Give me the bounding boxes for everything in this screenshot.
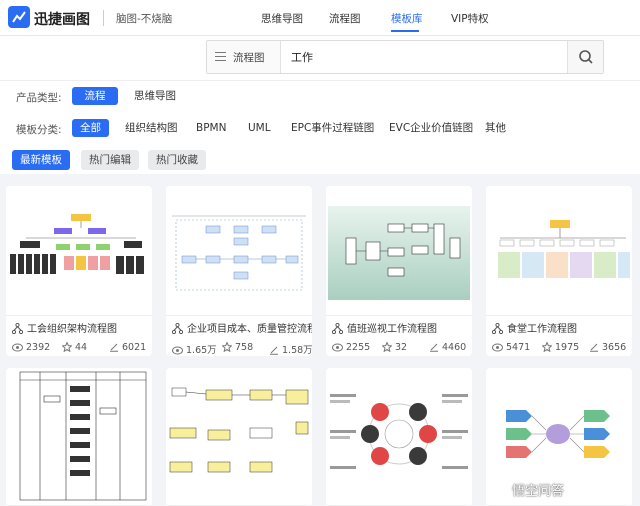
template-card[interactable]: 食堂工作流程图 5471 1975 3656 [486,186,632,356]
template-stats: 2392 44 6021 [12,341,152,356]
views-stat: 5471 [492,342,530,353]
template-thumbnail[interactable] [486,186,632,316]
category-epc[interactable]: EPC事件过程链图 [291,119,374,137]
edit-icon [430,343,438,352]
star-icon [221,341,233,353]
template-card[interactable] [326,368,472,506]
nav-mindmap[interactable]: 思维导图 [261,11,303,26]
views-stat: 1.65万 [172,342,217,356]
search-type-label: 流程图 [233,52,265,64]
watermark-text: 悟空问答 [512,484,565,499]
flowchart-icon [12,323,23,334]
menu-icon [215,52,226,61]
star-icon [381,341,393,353]
search-type-dropdown[interactable]: 流程图 [207,41,281,73]
sort-hot-favorite[interactable]: 热门收藏 [148,150,206,170]
nav-templates[interactable]: 模板库 [391,11,423,26]
edit-icon [110,343,118,352]
product-mindmap[interactable]: 思维导图 [134,87,176,105]
template-thumbnail[interactable] [326,368,472,506]
template-title[interactable]: 值班巡视工作流程图 [332,320,472,335]
logo-icon[interactable] [8,6,30,28]
category-other[interactable]: 其他 [485,119,506,137]
template-stats: 1.65万 758 1.58万 [172,341,312,356]
eye-icon [172,346,183,355]
likes-stat: 1975 [541,341,579,353]
template-stats: 2255 32 4460 [332,341,472,356]
eye-icon [12,343,23,352]
top-nav: 迅捷画图 脑图-不烧脑 思维导图 流程图 模板库 VIP特权 [0,0,640,36]
template-card[interactable]: 工会组织架构流程图 2392 44 6021 [6,186,152,356]
search-icon [579,50,593,64]
template-stats: 5471 1975 3656 [492,341,632,356]
nav-flowchart[interactable]: 流程图 [329,11,361,26]
brand-name[interactable]: 迅捷画图 [34,9,90,29]
sort-newest[interactable]: 最新模板 [12,150,70,170]
category-all[interactable]: 全部 [72,119,109,137]
flowchart-icon [172,323,183,334]
search-button[interactable] [567,41,603,73]
category-evc[interactable]: EVC企业价值链图 [389,119,473,137]
flowchart-icon [492,323,503,334]
edit-icon [590,343,598,352]
edits-stat: 3656 [589,342,626,353]
likes-stat: 44 [61,341,87,353]
star-icon [541,341,553,353]
views-stat: 2392 [12,342,50,353]
template-card[interactable]: 值班巡视工作流程图 2255 32 4460 [326,186,472,356]
template-title[interactable]: 食堂工作流程图 [492,320,632,335]
template-card[interactable] [166,368,312,506]
category-org-chart[interactable]: 组织结构图 [125,119,178,137]
nav-active-indicator [391,30,419,32]
edits-stat: 6021 [109,342,146,353]
category-bpmn[interactable]: BPMN [196,119,226,137]
likes-stat: 32 [381,341,407,353]
star-icon [61,341,73,353]
sort-hot-edit[interactable]: 热门编辑 [81,150,139,170]
search-input[interactable]: 工作 [291,49,313,65]
template-thumbnail[interactable] [6,186,152,316]
eye-icon [332,343,343,352]
edits-stat: 1.58万 [269,342,312,356]
product-type-label: 产品类型: [16,92,62,104]
template-title[interactable]: 工会组织架构流程图 [12,320,152,335]
nav-vip[interactable]: VIP特权 [451,11,489,26]
template-thumbnail[interactable] [326,186,472,316]
template-thumbnail[interactable] [166,186,312,316]
category-label: 模板分类: [16,124,62,136]
brand-slogan: 脑图-不烧脑 [116,13,173,25]
category-uml[interactable]: UML [248,119,271,137]
product-flowchart[interactable]: 流程图 [72,87,118,120]
flowchart-icon [332,323,343,334]
brand-divider [103,10,104,26]
template-thumbnail[interactable] [166,368,312,506]
eye-icon [492,343,503,352]
template-card[interactable] [6,368,152,506]
template-card[interactable]: 企业项目成本、质量管控流程图 1.65万 758 1.58万 [166,186,312,356]
likes-stat: 758 [221,341,253,353]
search-bar: 流程图 工作 [206,40,604,74]
template-thumbnail[interactable] [6,368,152,506]
views-stat: 2255 [332,342,370,353]
edits-stat: 4460 [429,342,466,353]
template-title[interactable]: 企业项目成本、质量管控流程图 [172,320,312,335]
edit-icon [270,346,278,355]
